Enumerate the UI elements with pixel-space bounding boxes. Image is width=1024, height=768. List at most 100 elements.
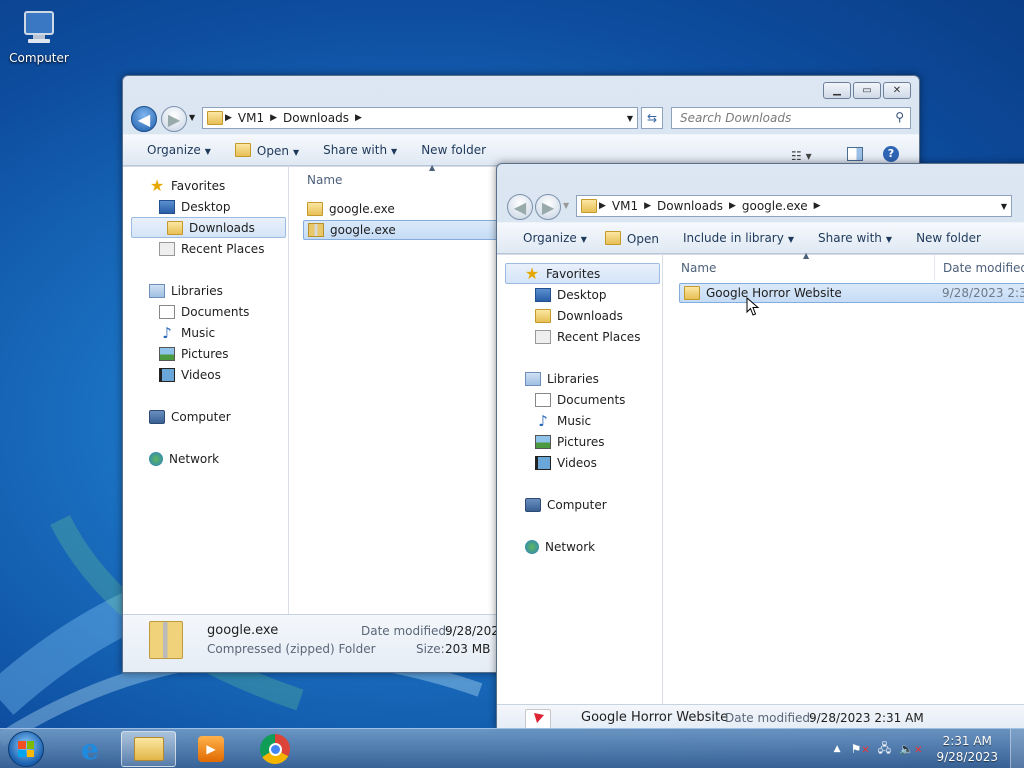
forward-button[interactable]: ▶ — [535, 194, 561, 220]
breadcrumb-arrow[interactable]: ▶ — [599, 201, 606, 211]
include-in-library-menu[interactable]: Include in library ▼ — [671, 231, 806, 245]
preview-pane-icon[interactable] — [847, 147, 863, 161]
column-header-name[interactable]: Name ▲ — [681, 251, 935, 281]
search-input[interactable]: Search Downloads ⚲ — [671, 107, 911, 129]
media-player-icon: ▶ — [198, 736, 224, 762]
folder-large-icon — [525, 709, 551, 728]
share-with-menu[interactable]: Share with ▼ — [311, 143, 409, 157]
file-item[interactable]: google.exe — [303, 199, 503, 219]
address-bar[interactable]: ▶ VM1 ▶ Downloads ▶ google.exe ▶ ▼ — [576, 195, 1012, 217]
close-button[interactable]: ✕ — [883, 82, 911, 99]
nav-network[interactable]: Network — [123, 448, 288, 469]
folder-icon — [581, 199, 597, 213]
nav-desktop[interactable]: Desktop — [497, 284, 662, 305]
taskbar-windows-explorer[interactable] — [121, 731, 176, 767]
new-folder-button[interactable]: New folder — [904, 231, 993, 245]
title-bar[interactable]: ▁ ▭ ✕ — [123, 76, 919, 104]
breadcrumb-downloads[interactable]: Downloads — [277, 111, 355, 125]
network-status-icon[interactable]: 🖧 — [878, 739, 891, 760]
breadcrumb-arrow[interactable]: ▶ — [644, 201, 651, 211]
recent-pages-dropdown[interactable]: ▼ — [189, 113, 195, 122]
help-icon[interactable]: ? — [883, 146, 899, 162]
details-size-label: Size: — [416, 642, 445, 656]
nav-computer[interactable]: Computer — [123, 406, 288, 427]
new-folder-button[interactable]: New folder — [409, 143, 498, 157]
internet-explorer-icon: e — [81, 732, 99, 766]
documents-icon — [159, 304, 175, 319]
nav-music[interactable]: ♪ Music — [497, 410, 662, 431]
nav-downloads[interactable]: Downloads — [131, 217, 286, 238]
address-bar[interactable]: ▶ VM1 ▶ Downloads ▶ ▼ — [202, 107, 638, 129]
forward-button[interactable]: ▶ — [161, 106, 187, 132]
nav-libraries[interactable]: Libraries — [123, 280, 288, 301]
breadcrumb-vm1[interactable]: VM1 — [606, 199, 644, 213]
breadcrumb-arrow[interactable]: ▶ — [814, 201, 821, 211]
recent-places-icon — [159, 241, 175, 256]
taskbar-media-player[interactable]: ▶ — [185, 731, 237, 767]
nav-libraries[interactable]: Libraries — [497, 368, 662, 389]
open-button[interactable]: Open — [599, 230, 671, 246]
nav-favorites[interactable]: ★ Favorites — [123, 175, 288, 196]
volume-muted-icon[interactable]: 🔈✕ — [899, 742, 922, 756]
view-options-icon[interactable]: ☷ ▾ — [791, 149, 812, 163]
breadcrumb-arrow[interactable]: ▶ — [729, 201, 736, 211]
mouse-cursor-icon — [746, 297, 760, 316]
share-with-menu[interactable]: Share with ▼ — [806, 231, 904, 245]
taskbar-internet-explorer[interactable]: e — [64, 731, 116, 767]
clock[interactable]: 2:31 AM 9/28/2023 — [936, 733, 998, 765]
details-pane: Google Horror Website Date modified: 9/2… — [497, 704, 1024, 728]
breadcrumb-downloads[interactable]: Downloads — [651, 199, 729, 213]
breadcrumb-vm1[interactable]: VM1 — [232, 111, 270, 125]
nav-pictures[interactable]: Pictures — [497, 431, 662, 452]
organize-menu[interactable]: Organize ▼ — [135, 143, 223, 157]
recent-pages-dropdown[interactable]: ▼ — [563, 201, 569, 210]
computer-icon — [525, 497, 541, 512]
minimize-button[interactable]: ▁ — [823, 82, 851, 99]
show-desktop-button[interactable] — [1010, 729, 1024, 768]
address-dropdown-icon[interactable]: ▼ — [1001, 202, 1007, 211]
breadcrumb-arrow[interactable]: ▶ — [355, 113, 362, 123]
nav-documents[interactable]: Documents — [497, 389, 662, 410]
nav-music[interactable]: ♪ Music — [123, 322, 288, 343]
breadcrumb-arrow[interactable]: ▶ — [225, 113, 232, 123]
nav-downloads[interactable]: Downloads — [497, 305, 662, 326]
file-item-selected[interactable]: google.exe — [303, 220, 503, 240]
show-hidden-icons-button[interactable]: ▲ — [834, 744, 841, 754]
nav-favorites[interactable]: ★ Favorites — [505, 263, 660, 284]
nav-desktop[interactable]: Desktop — [123, 196, 288, 217]
nav-computer[interactable]: Computer — [497, 494, 662, 515]
search-icon: ⚲ — [895, 110, 904, 124]
zip-folder-icon — [308, 223, 324, 237]
nav-recent-places[interactable]: Recent Places — [123, 238, 288, 259]
maximize-button[interactable]: ▭ — [853, 82, 881, 99]
nav-network[interactable]: Network — [497, 536, 662, 557]
back-button[interactable]: ◀ — [131, 106, 157, 132]
explorer-window-google-exe: ◀ ▶ ▼ ▶ VM1 ▶ Downloads ▶ google.exe ▶ ▼… — [496, 163, 1024, 729]
open-button[interactable]: Open ▼ — [223, 142, 311, 158]
nav-videos[interactable]: Videos — [123, 364, 288, 385]
nav-recent-places[interactable]: Recent Places — [497, 326, 662, 347]
organize-menu[interactable]: Organize ▼ — [511, 231, 599, 245]
nav-videos[interactable]: Videos — [497, 452, 662, 473]
details-size-value: 203 MB — [445, 642, 491, 656]
desktop-computer-icon[interactable]: Computer — [8, 8, 70, 65]
title-bar[interactable] — [497, 164, 1024, 192]
back-button[interactable]: ◀ — [507, 194, 533, 220]
address-row: ◀ ▶ ▼ ▶ VM1 ▶ Downloads ▶ google.exe ▶ ▼ — [497, 192, 1024, 222]
column-header-date[interactable]: Date modified — [943, 255, 1024, 281]
address-dropdown-icon[interactable]: ▼ — [627, 114, 633, 123]
libraries-icon — [149, 283, 165, 298]
taskbar-chrome[interactable] — [249, 731, 301, 767]
start-button[interactable] — [0, 731, 52, 767]
breadcrumb-arrow[interactable]: ▶ — [270, 113, 277, 123]
sort-arrow-icon: ▲ — [803, 251, 810, 260]
nav-documents[interactable]: Documents — [123, 301, 288, 322]
action-center-flag-icon[interactable]: ⚑✕ — [851, 742, 870, 756]
videos-icon — [535, 455, 551, 470]
nav-pictures[interactable]: Pictures — [123, 343, 288, 364]
refresh-button[interactable]: ⇆ — [641, 107, 663, 129]
column-header-name[interactable]: Name ▲ — [307, 163, 507, 193]
star-icon: ★ — [149, 175, 165, 195]
file-item-selected[interactable]: Google Horror Website 9/28/2023 2:31 A — [679, 283, 1024, 303]
breadcrumb-google-exe[interactable]: google.exe — [736, 199, 814, 213]
